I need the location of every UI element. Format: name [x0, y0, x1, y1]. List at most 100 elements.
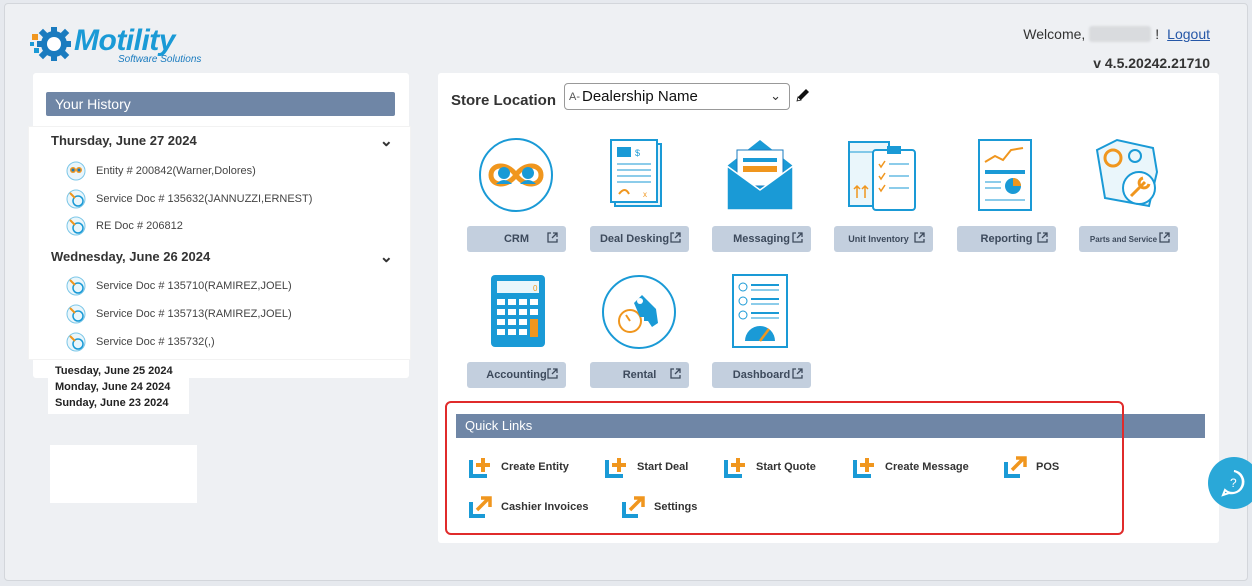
history-day-label: Wednesday, June 26 2024	[51, 249, 211, 264]
launch-icon	[622, 496, 645, 518]
blank-panel	[50, 445, 197, 503]
tile-label: Accounting	[486, 369, 547, 381]
deal-desking-button[interactable]: Deal Desking	[590, 226, 689, 252]
external-link-icon	[792, 232, 803, 243]
history-day-header[interactable]: Wednesday, June 26 2024 ⌄	[51, 247, 393, 267]
quick-link-label: Start Quote	[756, 461, 816, 473]
create-message-link[interactable]: Create Message	[853, 456, 969, 478]
dashboard-button[interactable]: Dashboard	[712, 362, 811, 388]
svg-text:x: x	[643, 190, 647, 199]
calculator-icon[interactable]: 0	[479, 273, 557, 351]
parts-service-button[interactable]: Parts and Service	[1079, 226, 1178, 252]
history-item-label: Service Doc # 135732(,)	[96, 336, 215, 348]
parts-service-icon[interactable]	[1087, 136, 1165, 214]
crm-button[interactable]: CRM	[467, 226, 566, 252]
history-item[interactable]: Service Doc # 135710(RAMIREZ,JOEL)	[66, 276, 292, 296]
service-doc-icon	[66, 216, 86, 236]
pencil-icon[interactable]	[795, 87, 811, 103]
help-chat-button[interactable]: ?	[1208, 457, 1252, 509]
quick-link-label: Create Message	[885, 461, 969, 473]
history-day-header[interactable]: Thursday, June 27 2024 ⌄	[51, 131, 393, 151]
redacted-username	[1089, 26, 1152, 42]
history-header: Your History	[46, 92, 395, 116]
svg-text:0: 0	[533, 284, 538, 293]
chevron-down-icon[interactable]: ⌄	[380, 247, 393, 267]
external-link-icon	[547, 368, 558, 379]
gear-logo-icon	[30, 24, 72, 66]
history-day-collapsed[interactable]: Monday, June 24 2024	[55, 379, 182, 395]
quick-link-label: Cashier Invoices	[501, 501, 589, 513]
pos-link[interactable]: POS	[1004, 456, 1059, 478]
history-day-collapsed[interactable]: Tuesday, June 25 2024	[55, 363, 182, 379]
history-item-label: Service Doc # 135632(JANNUZZI,ERNEST)	[96, 193, 313, 205]
external-link-icon	[914, 232, 925, 243]
add-icon	[469, 458, 490, 478]
rental-button[interactable]: Rental	[590, 362, 689, 388]
store-value: Dealership Name	[582, 88, 698, 105]
entity-icon	[66, 161, 86, 181]
version-label: v 4.5.20242.21710	[1093, 55, 1210, 71]
quick-link-label: POS	[1036, 461, 1060, 473]
svg-text:$: $	[635, 148, 640, 158]
key-icon[interactable]	[600, 273, 678, 351]
quick-link-label: Settings	[654, 501, 698, 513]
dashboard-icon[interactable]	[721, 273, 799, 351]
add-icon	[605, 458, 626, 478]
reporting-icon[interactable]	[965, 136, 1043, 214]
service-doc-icon	[66, 189, 86, 209]
tile-label: Deal Desking	[599, 233, 670, 245]
unit-inventory-icon[interactable]	[843, 136, 921, 214]
settings-link[interactable]: Settings	[622, 496, 697, 518]
add-icon	[853, 458, 874, 478]
chevron-down-icon[interactable]: ⌄	[380, 131, 393, 151]
add-icon	[724, 458, 745, 478]
chevron-down-icon: ⌄	[770, 88, 781, 103]
create-entity-link[interactable]: Create Entity	[469, 456, 569, 478]
messaging-icon[interactable]	[721, 136, 799, 214]
launch-icon	[1004, 456, 1027, 478]
history-list: Thursday, June 27 2024 ⌄ Entity # 200842…	[29, 127, 410, 359]
history-item-label: Entity # 200842(Warner,Dolores)	[96, 165, 256, 177]
accounting-button[interactable]: Accounting	[467, 362, 566, 388]
tile-label: Unit Inventory	[848, 234, 909, 244]
external-link-icon	[670, 232, 681, 243]
service-doc-icon	[66, 276, 86, 296]
tile-label: Dashboard	[732, 369, 791, 381]
start-quote-link[interactable]: Start Quote	[724, 456, 816, 478]
history-item[interactable]: RE Doc # 206812	[66, 216, 183, 236]
history-item[interactable]: Entity # 200842(Warner,Dolores)	[66, 161, 256, 181]
motility-logo[interactable]: Motility Software Solutions	[30, 24, 201, 66]
tile-label: Rental	[622, 369, 657, 381]
history-day-label: Thursday, June 27 2024	[51, 133, 197, 148]
cashier-invoices-link[interactable]: Cashier Invoices	[469, 496, 588, 518]
messaging-button[interactable]: Messaging	[712, 226, 811, 252]
history-item[interactable]: Service Doc # 135732(,)	[66, 332, 215, 352]
welcome-suffix: !	[1155, 26, 1160, 42]
store-location-select[interactable]: A- Dealership Name ⌄	[564, 83, 790, 110]
welcome-bar: Welcome, ! Logout	[1023, 26, 1210, 42]
tile-label: Messaging	[733, 233, 790, 245]
history-item-label: RE Doc # 206812	[96, 220, 183, 232]
start-deal-link[interactable]: Start Deal	[605, 456, 688, 478]
launch-icon	[469, 496, 492, 518]
external-link-icon	[670, 368, 681, 379]
tile-label: CRM	[503, 233, 530, 245]
svg-text:?: ?	[1230, 476, 1237, 490]
welcome-text: Welcome,	[1023, 26, 1086, 42]
history-item[interactable]: Service Doc # 135713(RAMIREZ,JOEL)	[66, 304, 292, 324]
store-prefix: A-	[569, 90, 580, 103]
history-item-label: Service Doc # 135713(RAMIREZ,JOEL)	[96, 308, 292, 320]
crm-icon[interactable]	[477, 136, 555, 214]
history-day-collapsed[interactable]: Sunday, June 23 2024	[55, 395, 182, 411]
service-doc-icon	[66, 304, 86, 324]
reporting-button[interactable]: Reporting	[957, 226, 1056, 252]
brand-subtitle: Software Solutions	[118, 54, 202, 65]
collapsed-days-list: Tuesday, June 25 2024 Monday, June 24 20…	[48, 362, 189, 414]
logout-link[interactable]: Logout	[1167, 26, 1210, 42]
history-item[interactable]: Service Doc # 135632(JANNUZZI,ERNEST)	[66, 189, 312, 209]
unit-inventory-button[interactable]: Unit Inventory	[834, 226, 933, 252]
external-link-icon	[547, 232, 558, 243]
deal-desking-icon[interactable]: $ x	[599, 136, 677, 214]
store-location-label: Store Location	[451, 92, 557, 109]
external-link-icon	[1037, 232, 1048, 243]
